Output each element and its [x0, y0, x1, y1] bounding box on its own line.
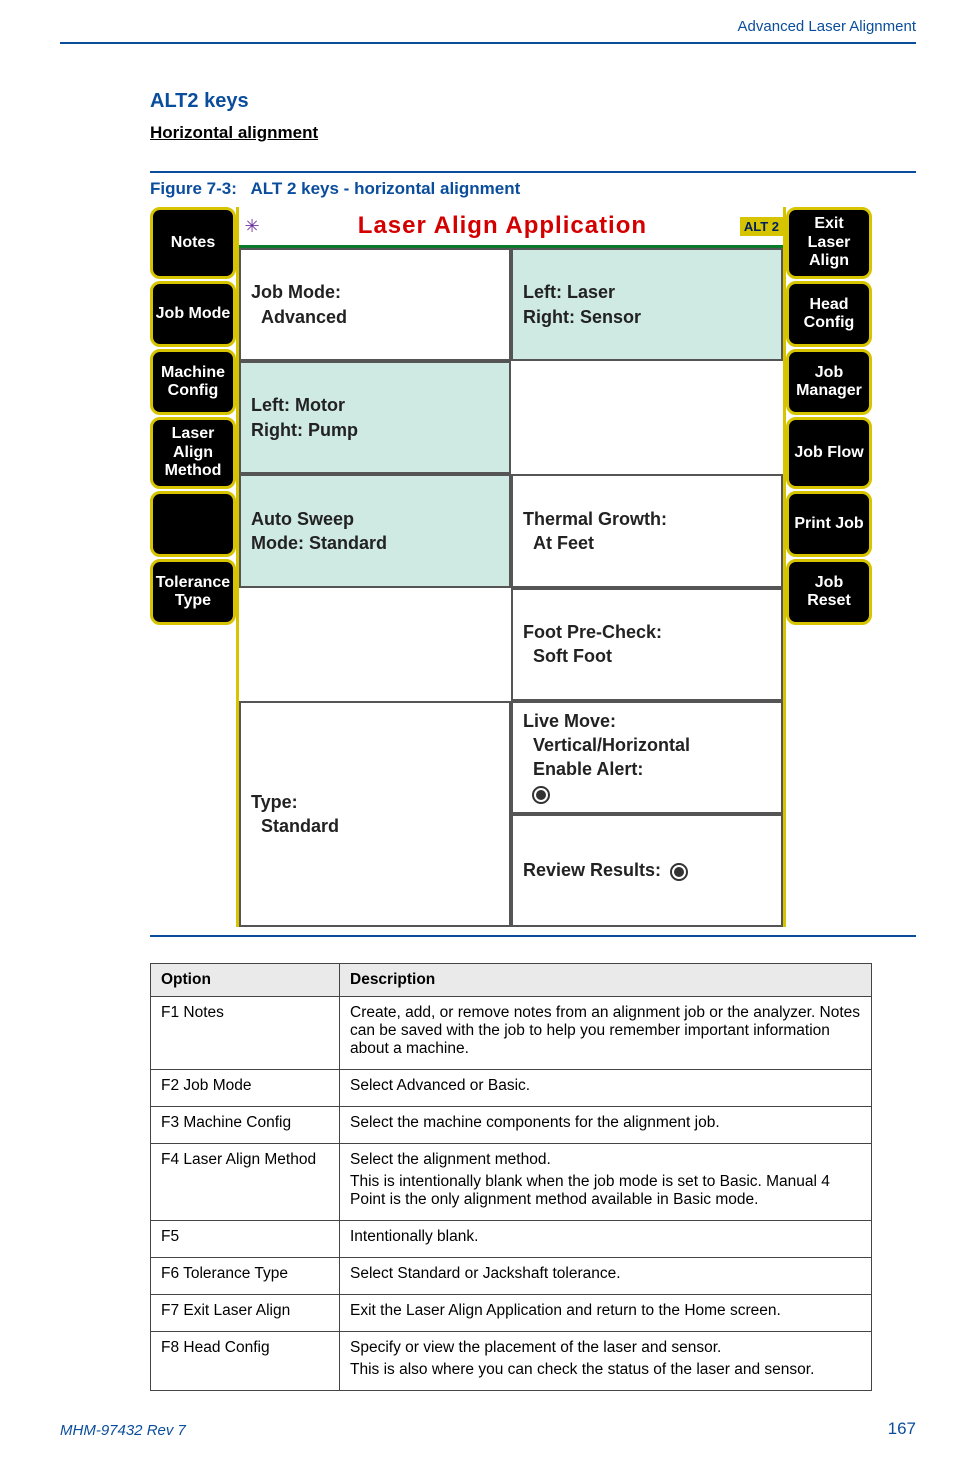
table-cell-description-line: This is intentionally blank when the job…	[350, 1173, 861, 1209]
table-cell-description-line: Create, add, or remove notes from an ali…	[350, 1004, 861, 1058]
section-title: ALT2 keys	[150, 90, 916, 113]
table-header-description: Description	[340, 964, 872, 997]
table-cell-description-line: This is also where you can check the sta…	[350, 1361, 861, 1379]
key-f8-head-config[interactable]: Head Config	[786, 281, 872, 347]
table-cell-option: F8 Head Config	[151, 1332, 340, 1391]
device-grid: Job Mode: Advanced Left: LaserRight: Sen…	[239, 248, 783, 927]
table-cell-description-line: Specify or view the placement of the las…	[350, 1339, 861, 1357]
table-cell-description-line: Select the machine components for the al…	[350, 1114, 861, 1132]
key-f7-exit-laser-align[interactable]: Exit Laser Align	[786, 207, 872, 279]
table-cell-description: Specify or view the placement of the las…	[340, 1332, 872, 1391]
figure-bottom-rule	[150, 935, 916, 937]
section-subheading: Horizontal alignment	[150, 123, 916, 143]
key-f2-job-mode[interactable]: Job Mode	[150, 281, 236, 347]
table-row: F3 Machine Config Select the machine comp…	[151, 1107, 872, 1144]
cell-auto-sweep: Auto SweepMode: Standard	[239, 474, 511, 587]
table-row: F1 NotesCreate, add, or remove notes fro…	[151, 997, 872, 1070]
table-cell-description-line: Select Advanced or Basic.	[350, 1077, 861, 1095]
table-cell-description-line: Exit the Laser Align Application and ret…	[350, 1302, 861, 1320]
table-cell-description: Select the machine components for the al…	[340, 1107, 872, 1144]
table-row: F2 Job Mode Select Advanced or Basic.	[151, 1070, 872, 1107]
cell-tolerance-type: Type: Standard	[239, 701, 511, 927]
table-row: F5 Intentionally blank.	[151, 1221, 872, 1258]
cell-thermal-growth: Thermal Growth: At Feet	[511, 474, 783, 587]
table-row: F7 Exit Laser Align Exit the Laser Align …	[151, 1295, 872, 1332]
key-f11-print-job[interactable]: Print Job	[786, 491, 872, 557]
table-header-option: Option	[151, 964, 340, 997]
table-cell-description: Intentionally blank.	[340, 1221, 872, 1258]
table-cell-description: Create, add, or remove notes from an ali…	[340, 997, 872, 1070]
page-header-right: Advanced Laser Alignment	[738, 18, 916, 35]
figure-top-rule	[150, 171, 916, 173]
header-rule	[60, 42, 916, 44]
table-cell-description: Select Advanced or Basic.	[340, 1070, 872, 1107]
cell-empty-r4c1	[239, 588, 511, 701]
table-cell-description: Select Standard or Jackshaft tolerance.	[340, 1258, 872, 1295]
key-f9-job-manager[interactable]: Job Manager	[786, 349, 872, 415]
key-f5-blank[interactable]	[150, 491, 236, 557]
cell-head-config: Left: LaserRight: Sensor	[511, 248, 783, 361]
table-cell-description-line: Intentionally blank.	[350, 1228, 861, 1246]
key-f12-job-reset[interactable]: Job Reset	[786, 559, 872, 625]
table-row: F4 Laser Align MethodSelect the alignmen…	[151, 1144, 872, 1221]
table-cell-description-line: Select Standard or Jackshaft tolerance.	[350, 1265, 861, 1283]
table-row: F6 Tolerance Type Select Standard or Jack…	[151, 1258, 872, 1295]
key-f4-laser-align-method[interactable]: Laser Align Method	[150, 417, 236, 489]
figure-caption: Figure 7-3: ALT 2 keys - horizontal alig…	[150, 179, 916, 199]
key-f1-notes[interactable]: Notes	[150, 207, 236, 279]
cell-machine-config: Left: MotorRight: Pump	[239, 361, 511, 474]
enable-alert-radio-icon	[532, 786, 550, 804]
cell-review-results: Review Results:	[511, 814, 783, 927]
table-cell-option: F5	[151, 1221, 340, 1258]
table-cell-description: Select the alignment method. This is inte…	[340, 1144, 872, 1221]
table-row: F8 Head Config Specify or view the placem…	[151, 1332, 872, 1391]
device-titlebar: ✳ Laser Align Application ALT 2	[239, 207, 783, 248]
table-cell-description: Exit the Laser Align Application and ret…	[340, 1295, 872, 1332]
cell-review-text: Review Results:	[523, 860, 661, 880]
cell-foot-precheck: Foot Pre-Check: Soft Foot	[511, 588, 783, 701]
table-cell-option: F2 Job Mode	[151, 1070, 340, 1107]
cell-live-move-text: Live Move: Vertical/Horizontal Enable Al…	[523, 709, 771, 782]
table-cell-description-line: Select the alignment method.	[350, 1151, 861, 1169]
footer-page-number: 167	[888, 1419, 916, 1439]
app-icon: ✳	[239, 216, 265, 237]
table-cell-option: F4 Laser Align Method	[151, 1144, 340, 1221]
figure-caption-text: ALT 2 keys - horizontal alignment	[250, 179, 520, 198]
alt-badge: ALT 2	[740, 217, 783, 236]
cell-job-mode: Job Mode: Advanced	[239, 248, 511, 361]
app-title: Laser Align Application	[265, 212, 740, 240]
cell-live-move: Live Move: Vertical/Horizontal Enable Al…	[511, 701, 783, 814]
footer-doc-id: MHM-97432 Rev 7	[60, 1422, 186, 1439]
options-table: Option Description F1 NotesCreate, add, …	[150, 963, 872, 1391]
device-screen: Notes Job Mode Machine Config Laser Alig…	[150, 207, 872, 927]
table-cell-option: F7 Exit Laser Align	[151, 1295, 340, 1332]
figure-label: Figure 7-3:	[150, 179, 237, 198]
review-results-radio-icon	[670, 863, 688, 881]
table-cell-option: F6 Tolerance Type	[151, 1258, 340, 1295]
key-f6-tolerance-type[interactable]: Tolerance Type	[150, 559, 236, 625]
cell-empty-r2c2	[511, 361, 783, 474]
key-f3-machine-config[interactable]: Machine Config	[150, 349, 236, 415]
table-cell-option: F3 Machine Config	[151, 1107, 340, 1144]
left-key-column: Notes Job Mode Machine Config Laser Alig…	[150, 207, 236, 927]
key-f10-job-flow[interactable]: Job Flow	[786, 417, 872, 489]
device-center: ✳ Laser Align Application ALT 2 Job Mode…	[236, 207, 786, 927]
right-key-column: Exit Laser Align Head Config Job Manager…	[786, 207, 872, 927]
table-cell-option: F1 Notes	[151, 997, 340, 1070]
